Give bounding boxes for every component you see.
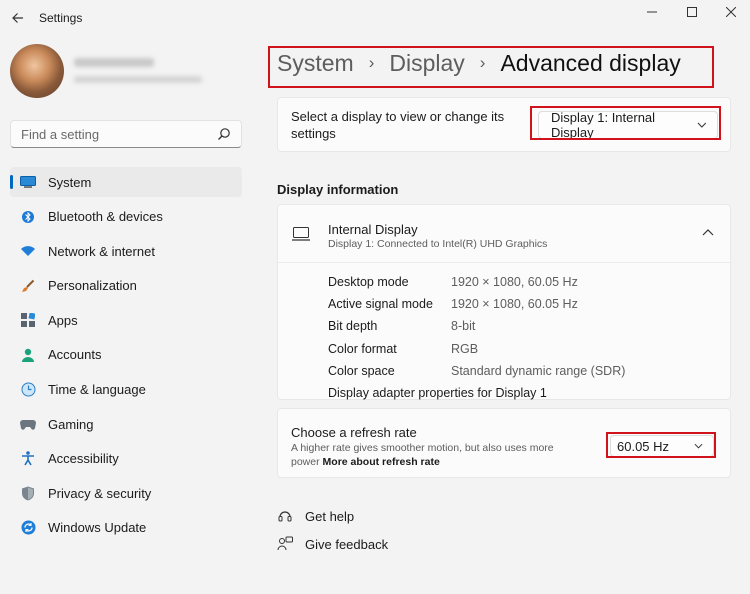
info-row-value: 1920 × 1080, 60.05 Hz: [451, 297, 578, 312]
breadcrumb: System › Display › Advanced display: [277, 48, 681, 78]
info-row-label: Color space: [328, 363, 395, 378]
sidebar-item-personalization[interactable]: Personalization: [10, 271, 242, 301]
display-info-header[interactable]: Internal Display Display 1: Connected to…: [278, 205, 730, 263]
get-help-link[interactable]: Get help: [277, 508, 354, 524]
update-icon: [20, 520, 36, 536]
minimize-icon[interactable]: [641, 4, 663, 20]
chevron-up-icon[interactable]: [702, 227, 714, 239]
monitor-icon: [292, 227, 310, 241]
sidebar-item-label: Gaming: [48, 416, 94, 432]
sidebar-item-label: Time & language: [48, 382, 146, 398]
gamepad-icon: [20, 416, 36, 432]
search-icon: [218, 128, 230, 140]
help-headset-icon: [278, 511, 292, 522]
info-row-bit-depth: Bit depth 8-bit: [328, 315, 625, 337]
bluetooth-icon: [20, 209, 36, 225]
profile-name-blurred: [74, 58, 154, 67]
sidebar-item-time-language[interactable]: Time & language: [10, 375, 242, 405]
info-row-desktop-mode: Desktop mode 1920 × 1080, 60.05 Hz: [328, 271, 625, 293]
shield-icon: [20, 485, 36, 501]
info-row-color-space: Color space Standard dynamic range (SDR): [328, 360, 625, 382]
clock-globe-icon: [20, 382, 36, 398]
info-row-value: Standard dynamic range (SDR): [451, 363, 626, 378]
page-title: Advanced display: [500, 49, 681, 76]
display-information-card: Internal Display Display 1: Connected to…: [277, 204, 731, 400]
sidebar-item-label: Bluetooth & devices: [48, 209, 163, 225]
info-row-value: 8-bit: [451, 319, 476, 334]
sidebar-item-label: Network & internet: [48, 243, 155, 259]
chevron-right-icon: ›: [479, 53, 486, 72]
accessibility-icon: [20, 451, 36, 467]
select-display-prompt: Select a display to view or change its s…: [291, 109, 505, 141]
refresh-rate-title: Choose a refresh rate: [291, 425, 417, 440]
sidebar-item-system[interactable]: System: [10, 167, 242, 197]
person-icon: [20, 347, 36, 363]
sidebar-item-accessibility[interactable]: Accessibility: [10, 444, 242, 474]
refresh-rate-highlight: [606, 432, 716, 458]
title-bar: Settings: [0, 0, 750, 36]
sidebar-item-gaming[interactable]: Gaming: [10, 409, 242, 439]
sidebar-item-label: Accounts: [48, 347, 102, 363]
back-arrow-icon[interactable]: [8, 8, 28, 28]
info-row-label: Active signal mode: [328, 297, 433, 312]
breadcrumb-item-system[interactable]: System: [277, 50, 354, 77]
display-name: Internal Display: [328, 222, 418, 237]
info-row-label: Color format: [328, 341, 397, 356]
sidebar-item-label: Windows Update: [48, 520, 147, 536]
brush-icon: [20, 278, 36, 294]
apps-icon: [20, 312, 36, 328]
chevron-right-icon: ›: [368, 53, 375, 72]
search-placeholder: Find a setting: [21, 126, 100, 142]
sidebar-nav: System Bluetooth & devices Network & int…: [10, 167, 242, 548]
sidebar-item-windows-update[interactable]: Windows Update: [10, 513, 242, 543]
sidebar-item-label: Personalization: [48, 278, 137, 294]
display-info-rows: Desktop mode 1920 × 1080, 60.05 Hz Activ…: [328, 271, 625, 404]
give-feedback-link[interactable]: Give feedback: [277, 536, 388, 552]
sidebar-item-privacy-security[interactable]: Privacy & security: [10, 478, 242, 508]
close-icon[interactable]: [720, 4, 742, 20]
info-row-value: 1920 × 1080, 60.05 Hz: [451, 275, 578, 290]
sidebar-item-bluetooth[interactable]: Bluetooth & devices: [10, 202, 242, 232]
app-title: Settings: [39, 11, 83, 25]
sidebar-item-accounts[interactable]: Accounts: [10, 340, 242, 370]
sidebar-item-label: Accessibility: [48, 451, 119, 467]
display-subtitle: Display 1: Connected to Intel(R) UHD Gra…: [328, 238, 548, 250]
refresh-rate-description: A higher rate gives smoother motion, but…: [291, 441, 581, 469]
profile-email-blurred: [74, 76, 202, 83]
display-adapter-properties-link[interactable]: Display adapter properties for Display 1: [328, 382, 625, 404]
sidebar-item-apps[interactable]: Apps: [10, 305, 242, 335]
info-row-color-format: Color format RGB: [328, 338, 625, 360]
display-select-highlight: [530, 106, 721, 140]
get-help-label: Get help: [305, 508, 355, 524]
info-row-active-signal-mode: Active signal mode 1920 × 1080, 60.05 Hz: [328, 293, 625, 315]
section-title-display-information: Display information: [277, 182, 399, 197]
avatar[interactable]: [10, 44, 64, 98]
maximize-icon[interactable]: [681, 4, 703, 20]
feedback-icon: [277, 536, 293, 551]
info-row-value: RGB: [451, 341, 479, 356]
sidebar-item-network[interactable]: Network & internet: [10, 236, 242, 266]
sidebar-item-label: Apps: [48, 312, 78, 328]
info-row-label: Desktop mode: [328, 275, 409, 290]
system-icon: [20, 174, 36, 190]
info-row-label: Bit depth: [328, 319, 378, 334]
wifi-icon: [20, 243, 36, 259]
search-input[interactable]: Find a setting: [10, 120, 242, 148]
more-about-refresh-rate-link[interactable]: More about refresh rate: [323, 456, 440, 468]
give-feedback-label: Give feedback: [305, 536, 389, 552]
sidebar-item-label: Privacy & security: [48, 485, 152, 501]
breadcrumb-item-display[interactable]: Display: [389, 50, 464, 77]
sidebar-item-label: System: [48, 174, 92, 190]
